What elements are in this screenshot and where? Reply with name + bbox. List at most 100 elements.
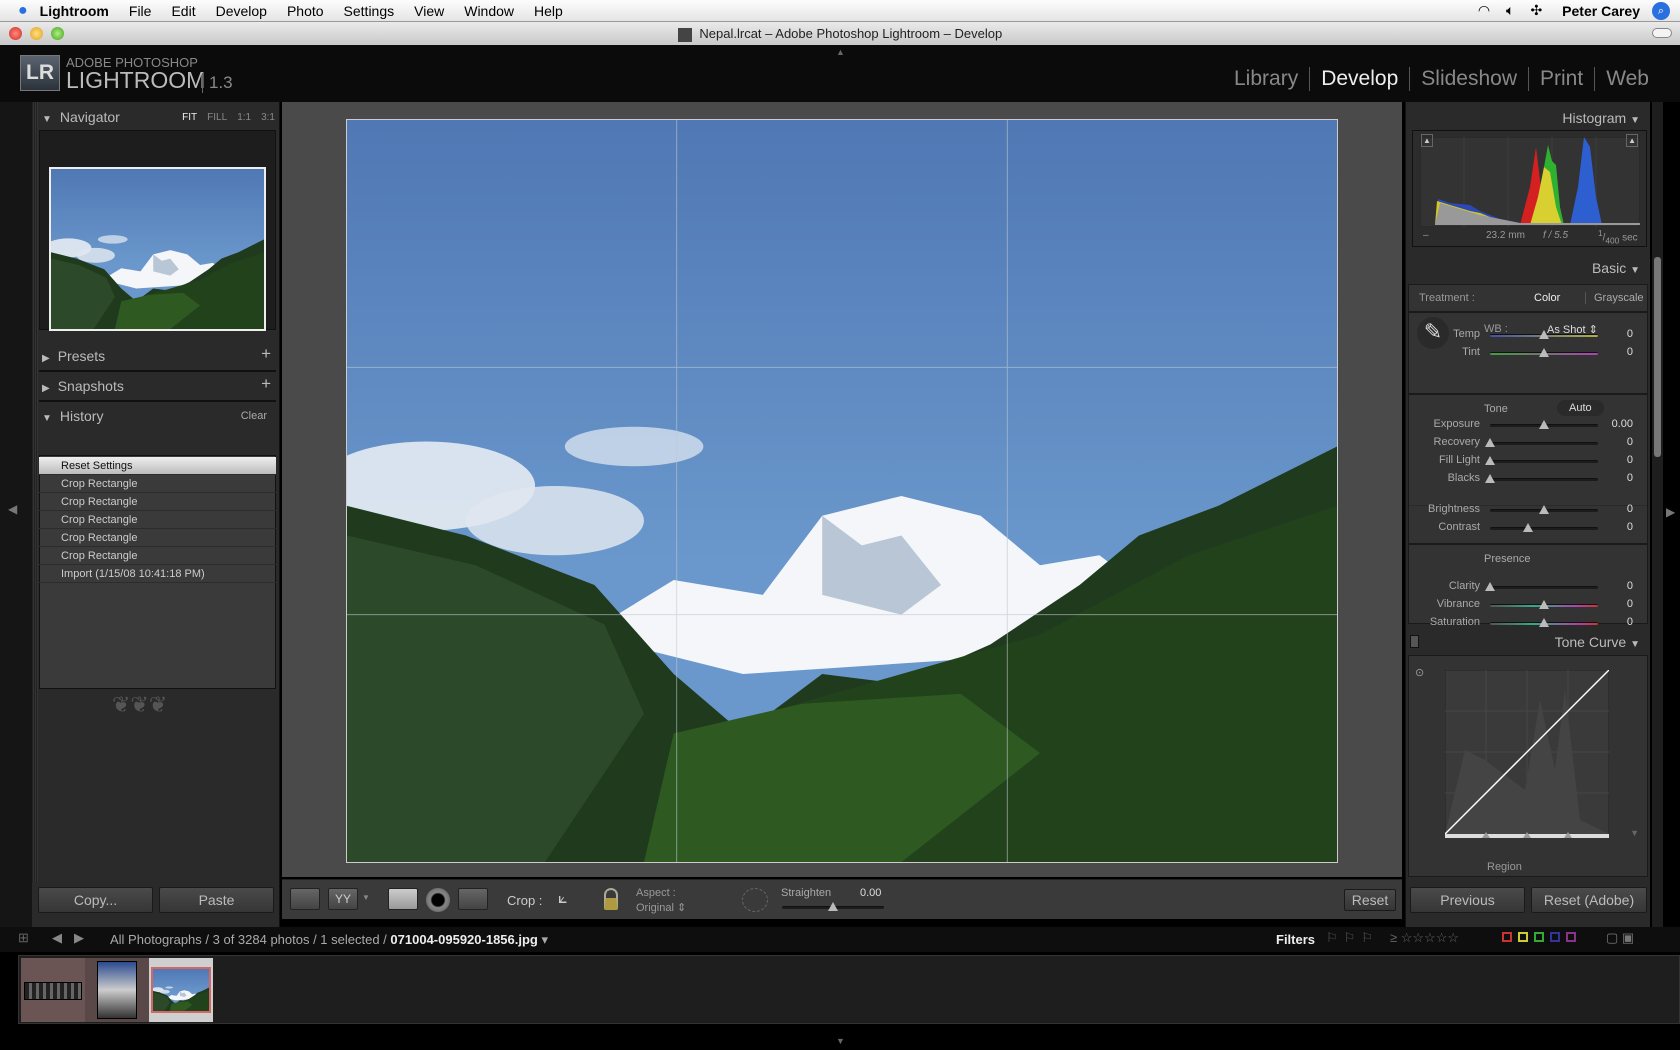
loupe-view-button[interactable] (290, 888, 320, 910)
slider-thumb[interactable] (1539, 330, 1549, 339)
slider-thumb[interactable] (1485, 474, 1495, 483)
lock-icon[interactable] (604, 888, 618, 910)
tint-slider[interactable] (1490, 348, 1598, 357)
history-item-selected[interactable]: Reset Settings (39, 457, 276, 475)
exposure-value[interactable]: 0.00 (1593, 418, 1633, 430)
paste-button[interactable]: Paste (159, 887, 274, 913)
menu-lightroom[interactable]: Lightroom (28, 3, 119, 19)
chevron-down-icon[interactable]: ▼ (362, 893, 370, 902)
crop-overlay-tool[interactable] (388, 888, 418, 910)
tone-curve-header[interactable]: Tone Curve ▼ (1555, 634, 1640, 650)
fill-light-slider[interactable] (1485, 456, 1598, 465)
source-path[interactable]: All Photographs / 3 of 3284 photos / 1 s… (110, 932, 548, 948)
recovery-value[interactable]: 0 (1593, 436, 1633, 448)
history-item[interactable]: Crop Rectangle (39, 475, 276, 493)
zoom-button[interactable] (51, 27, 64, 40)
grid-view-icon[interactable]: ⊞ (18, 930, 29, 946)
menu-settings[interactable]: Settings (334, 3, 405, 19)
back-arrow-icon[interactable]: ◀ (52, 930, 62, 946)
histogram-header[interactable]: Histogram ▼ (1562, 110, 1640, 126)
reset-crop-button[interactable]: Reset (1344, 889, 1396, 911)
slider-thumb[interactable] (1539, 420, 1549, 429)
vibrance-slider[interactable] (1490, 600, 1598, 609)
aspect-select[interactable]: Original ⇕ (636, 901, 686, 914)
module-library[interactable]: Library (1223, 67, 1309, 91)
tone-curve-graph[interactable] (1445, 670, 1609, 840)
color-label-filter[interactable] (1502, 932, 1576, 942)
collapse-left-icon[interactable]: ◀ (8, 502, 17, 516)
slider-thumb[interactable] (1485, 456, 1495, 465)
wifi-icon[interactable]: ◠ (1470, 2, 1498, 19)
zoom-fill[interactable]: FILL (207, 112, 227, 123)
menu-help[interactable]: Help (524, 3, 573, 19)
history-item[interactable]: Crop Rectangle (39, 511, 276, 529)
shadow-clipping-icon[interactable]: ▲ (1421, 134, 1433, 147)
blacks-slider[interactable] (1485, 474, 1598, 483)
module-print[interactable]: Print (1528, 67, 1594, 91)
slider-thumb[interactable] (1522, 523, 1533, 532)
crop-frame[interactable] (346, 119, 1338, 863)
rating-filter[interactable]: ≥ ☆☆☆☆☆ (1390, 930, 1459, 946)
slider-thumb[interactable] (1485, 582, 1495, 591)
module-develop[interactable]: Develop (1309, 67, 1409, 91)
tint-value[interactable]: 0 (1593, 346, 1633, 358)
fill-light-value[interactable]: 0 (1593, 454, 1633, 466)
slider-thumb[interactable] (1539, 348, 1549, 357)
menu-file[interactable]: File (119, 3, 162, 19)
presets-header[interactable]: ▶ Presets (42, 348, 105, 364)
flag-filter-icons[interactable]: ⚐⚐⚐ (1326, 930, 1379, 946)
slider-thumb[interactable] (1485, 438, 1495, 447)
clarity-slider[interactable] (1485, 582, 1598, 591)
navigator-thumbnail[interactable] (49, 167, 266, 331)
history-header[interactable]: ▼ History (42, 408, 103, 424)
before-after-button[interactable]: YY (328, 888, 358, 910)
clear-history-button[interactable]: Clear (241, 410, 267, 422)
straighten-tool-icon[interactable] (742, 888, 768, 912)
saturation-value[interactable]: 0 (1593, 616, 1633, 628)
treatment-color[interactable]: Color (1534, 292, 1560, 304)
up-arrow-icon[interactable]: ▲ (836, 47, 845, 57)
add-snapshot-icon[interactable]: + (261, 374, 271, 394)
vibrance-value[interactable]: 0 (1593, 598, 1633, 610)
brightness-value[interactable]: 0 (1593, 503, 1633, 515)
filmstrip-thumb-selected[interactable] (149, 958, 213, 1022)
recovery-slider[interactable] (1485, 438, 1598, 447)
menu-photo[interactable]: Photo (277, 3, 334, 19)
slider-thumb[interactable] (1539, 505, 1549, 514)
snapshots-header[interactable]: ▶ Snapshots (42, 378, 124, 394)
apple-icon[interactable]: ● (0, 2, 28, 20)
collapse-right-icon[interactable]: ▶ (1666, 505, 1675, 519)
history-item[interactable]: Crop Rectangle (39, 493, 276, 511)
menu-edit[interactable]: Edit (161, 3, 205, 19)
red-eye-tool[interactable] (426, 888, 450, 912)
menu-develop[interactable]: Develop (206, 3, 277, 19)
clarity-value[interactable]: 0 (1593, 580, 1633, 592)
slider-thumb[interactable] (1539, 618, 1549, 627)
slider-thumb[interactable] (1539, 600, 1549, 609)
reset-adobe-button[interactable]: Reset (Adobe) (1531, 887, 1647, 913)
scrollbar-thumb[interactable] (1654, 257, 1661, 457)
close-button[interactable] (9, 27, 22, 40)
spotlight-icon[interactable]: ⌕ (1652, 1, 1670, 20)
brightness-slider[interactable] (1490, 505, 1598, 514)
zoom-3-1[interactable]: 3:1 (261, 112, 275, 123)
filmstrip-thumb[interactable] (21, 958, 85, 1022)
menu-window[interactable]: Window (454, 3, 524, 19)
history-item[interactable]: Import (1/15/08 10:41:18 PM) (39, 565, 276, 583)
module-slideshow[interactable]: Slideshow (1409, 67, 1528, 91)
user-name[interactable]: Peter Carey (1550, 3, 1652, 19)
filter-options-icon[interactable]: ▢ ▣ (1606, 930, 1634, 946)
highlight-clipping-icon[interactable]: ▲ (1626, 134, 1638, 147)
bluetooth-icon[interactable]: ✣ (1522, 2, 1550, 19)
crop-angle-icon[interactable]: ⟀ (558, 890, 568, 908)
minimize-button[interactable] (30, 27, 43, 40)
panel-scroll-handle[interactable] (32, 102, 38, 882)
copy-button[interactable]: Copy... (38, 887, 153, 913)
target-adjust-icon[interactable]: ⊙ (1415, 666, 1424, 679)
add-preset-icon[interactable]: + (261, 344, 271, 364)
temp-value[interactable]: 0 (1593, 328, 1633, 340)
tone-curve-toggle[interactable] (1410, 635, 1419, 648)
blacks-value[interactable]: 0 (1593, 472, 1633, 484)
filmstrip-toggle-icon[interactable]: ▼ (836, 1036, 845, 1046)
volume-icon[interactable]: 🔈︎ (1498, 2, 1522, 19)
